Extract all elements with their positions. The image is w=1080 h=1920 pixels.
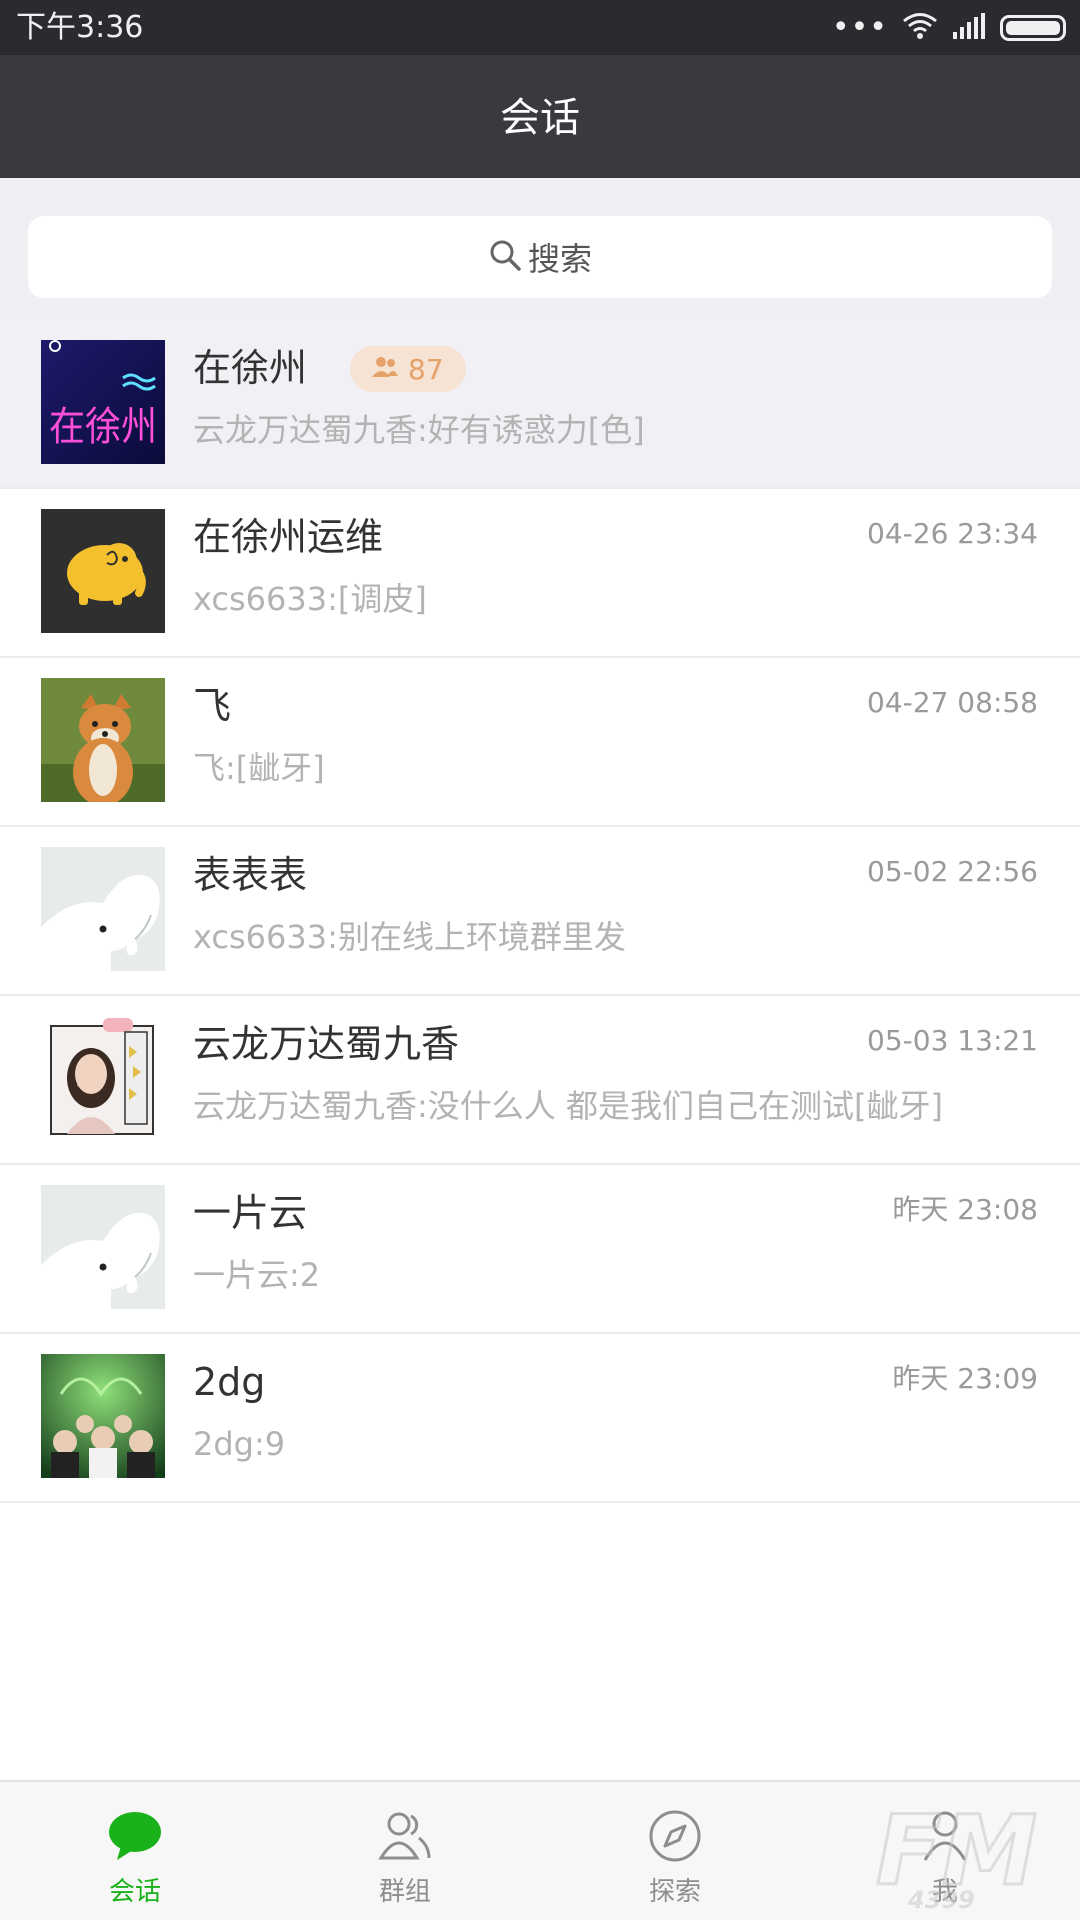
- conversation-item-yunlong-wanda[interactable]: 云龙万达蜀九香 05-03 13:21 云龙万达蜀九香:没什么人 都是我们自己在…: [0, 996, 1080, 1165]
- signal-icon: [952, 12, 986, 44]
- avatar: [41, 1354, 165, 1478]
- conversation-time: 05-03 13:21: [867, 1024, 1038, 1057]
- wifi-icon: [902, 12, 938, 44]
- group-icon: [377, 1808, 433, 1864]
- status-time: 下午3:36: [16, 10, 144, 45]
- avatar: 在徐州: [41, 340, 165, 464]
- conversation-item-xuzhou-ops[interactable]: 在徐州运维 04-26 23:34 xcs6633:[调皮]: [0, 489, 1080, 658]
- conversation-time: 05-02 22:56: [867, 855, 1038, 888]
- members-icon: [372, 356, 398, 382]
- watermark-logo: FM 4399: [870, 1794, 1050, 1915]
- conversation-item-fei[interactable]: 飞 04-27 08:58 飞:[龇牙]: [0, 658, 1080, 827]
- status-bar: 下午3:36 •••: [0, 0, 1080, 55]
- conversation-item-biaobiaobiao[interactable]: 表表表 05-02 22:56 xcs6633:别在线上环境群里发: [0, 827, 1080, 996]
- compass-icon: [647, 1808, 703, 1864]
- avatar: [41, 847, 165, 971]
- conversation-item-xuzhou[interactable]: 在徐州 在徐州 87 云龙万达蜀九香:好有诱惑力[色]: [0, 320, 1080, 489]
- conversation-name: 云龙万达蜀九香: [193, 1022, 460, 1066]
- more-dots-icon: •••: [831, 10, 888, 45]
- avatar: [41, 678, 165, 802]
- conversation-name: 2dg: [193, 1360, 266, 1404]
- search-area: 搜索: [0, 178, 1080, 320]
- conversation-name: 表表表: [193, 853, 308, 897]
- conversation-preview: 云龙万达蜀九香:好有诱惑力[色]: [193, 411, 645, 449]
- conversation-preview: 飞:[龇牙]: [193, 749, 325, 787]
- conversation-name: 在徐州: [193, 346, 308, 390]
- conversation-preview: xcs6633:[调皮]: [193, 580, 427, 618]
- member-count-badge: 87: [350, 346, 466, 392]
- conversation-time: 昨天 23:08: [892, 1193, 1038, 1226]
- tab-label: 会话: [108, 1877, 161, 1907]
- avatar-text: 在徐州: [49, 404, 157, 450]
- conversation-name: 一片云: [193, 1191, 308, 1235]
- tab-label: 探索: [648, 1877, 701, 1907]
- avatar: [41, 1185, 165, 1309]
- battery-icon: [1000, 15, 1066, 41]
- avatar: [41, 509, 165, 633]
- chat-bubble-icon: [107, 1808, 163, 1864]
- conversation-name: 飞: [193, 684, 232, 728]
- conversation-preview: 2dg:9: [193, 1425, 286, 1463]
- conversation-list: 在徐州 在徐州 87 云龙万达蜀九香:好有诱惑力[色] 在徐州运维 04-26 …: [0, 320, 1080, 1503]
- conversation-name: 在徐州运维: [193, 515, 384, 559]
- tab-label: 群组: [378, 1877, 431, 1907]
- tab-groups[interactable]: 群组: [270, 1782, 540, 1920]
- conversation-item-2dg[interactable]: 2dg 昨天 23:09 2dg:9: [0, 1334, 1080, 1503]
- conversation-preview: 云龙万达蜀九香:没什么人 都是我们自己在测试[龇牙]: [193, 1087, 943, 1125]
- conversation-item-yipianyun[interactable]: 一片云 昨天 23:08 一片云:2: [0, 1165, 1080, 1334]
- search-label: 搜索: [527, 240, 592, 278]
- tab-conversations[interactable]: 会话: [0, 1782, 270, 1920]
- status-icons: •••: [832, 12, 1066, 44]
- title-bar: 会话: [0, 55, 1080, 178]
- conversation-time: 04-27 08:58: [867, 686, 1038, 719]
- search-input[interactable]: 搜索: [28, 216, 1052, 298]
- conversation-time: 04-26 23:34: [867, 517, 1038, 550]
- conversation-preview: xcs6633:别在线上环境群里发: [193, 918, 626, 956]
- search-icon: [488, 238, 522, 276]
- avatar: [41, 1016, 165, 1140]
- conversation-preview: 一片云:2: [193, 1256, 321, 1294]
- conversation-time: 昨天 23:09: [892, 1362, 1038, 1395]
- member-count: 87: [408, 352, 444, 386]
- tab-explore[interactable]: 探索: [540, 1782, 810, 1920]
- page-title: 会话: [500, 95, 580, 141]
- watermark-subtext: 4399: [907, 1886, 975, 1912]
